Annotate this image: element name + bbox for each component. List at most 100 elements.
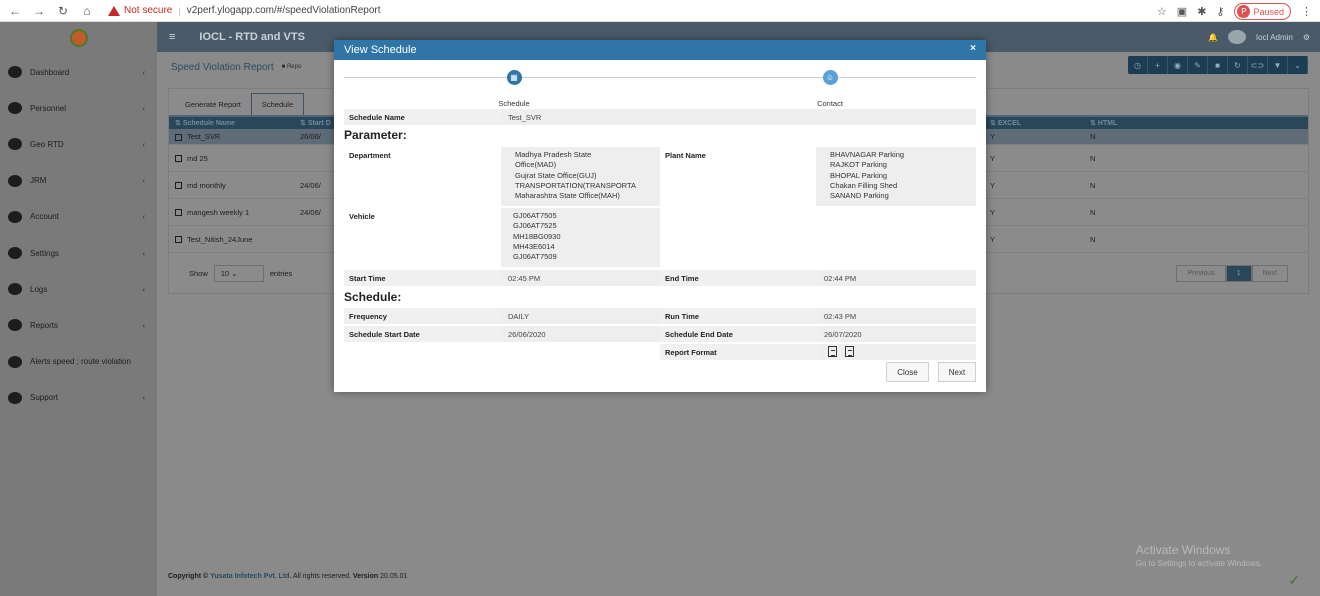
sidebar-item-label: Support <box>30 393 59 403</box>
company-link[interactable]: Yusata Infotech Pvt. Ltd. <box>210 573 291 580</box>
close-button[interactable]: Close <box>886 362 929 382</box>
sidebar-item-logs[interactable]: Logs ‹ <box>0 271 157 307</box>
previous-button[interactable]: Previous <box>1176 264 1226 282</box>
chevron-left-icon: ‹ <box>142 212 145 222</box>
cell-schedule-name-text: Test_SVR <box>187 132 221 141</box>
tab-generate-report[interactable]: Generate Report <box>175 94 251 115</box>
refresh-icon[interactable]: ↻ <box>1228 56 1248 74</box>
cell-start-date-text: 24/06/ <box>300 180 321 190</box>
forward-icon[interactable]: → <box>32 4 46 18</box>
sidebar-item-account[interactable]: Account ‹ <box>0 199 157 235</box>
copyright-label: Copyright © <box>168 573 209 580</box>
brand-logo-icon: ✓ <box>1288 572 1300 588</box>
sidebar-item-personnel[interactable]: Personnel ‹ <box>0 90 157 126</box>
vehicle-row: Vehicle <box>344 208 976 224</box>
cell-schedule-name: md monthly <box>169 181 294 190</box>
sidebar-item-alerts[interactable]: Alerts speed ; route violation <box>0 344 157 380</box>
page-size-select[interactable]: 10 ⌄ <box>213 264 264 282</box>
cell-excel: Y <box>984 132 1084 141</box>
row-checkbox[interactable] <box>175 155 182 163</box>
col-excel[interactable]: ⇅ EXCEL <box>984 119 1084 127</box>
row-checkbox[interactable] <box>175 236 182 244</box>
page-1-button[interactable]: 1 <box>1225 264 1252 282</box>
gears-icon[interactable]: ⚙ <box>1303 33 1310 42</box>
sidebar-item-label: Settings <box>30 248 59 258</box>
sidebar-item-dashboard[interactable]: Dashboard ‹ <box>0 54 157 90</box>
address-bar[interactable]: v2perf.ylogapp.com/#/speedViolationRepor… <box>187 5 381 16</box>
sidebar-item-settings[interactable]: Settings ‹ <box>0 235 157 271</box>
cell-schedule-name: Test_SVR <box>169 132 294 141</box>
support-icon <box>8 391 22 404</box>
row-checkbox[interactable] <box>175 182 182 190</box>
dropdown-icon[interactable]: ⌄ <box>1288 56 1308 74</box>
watermark-title: Activate Windows <box>1135 543 1231 557</box>
sidebar-item-jrm[interactable]: JRM ‹ <box>0 163 157 199</box>
sidebar-item-reports[interactable]: Reports ‹ <box>0 307 157 343</box>
step-label: Schedule <box>498 99 530 108</box>
frequency-label: Frequency <box>344 308 502 324</box>
next-page-button[interactable]: Next <box>1251 264 1288 282</box>
start-time-label: Start Time <box>344 270 502 286</box>
col-schedule-name[interactable]: ⇅ Schedule Name <box>169 119 294 127</box>
edit-icon[interactable]: ✎ <box>1188 56 1208 74</box>
key-icon[interactable]: ⚷ <box>1216 5 1224 18</box>
vehicle-item: MH18BG0930 <box>513 231 561 241</box>
delete-icon[interactable]: ■ <box>1208 56 1228 74</box>
add-icon[interactable]: + <box>1148 56 1168 74</box>
app-title: IOCL - RTD and VTS <box>199 31 305 43</box>
breadcrumb: ■ Repo <box>281 64 302 70</box>
step-schedule[interactable]: ▦ Schedule <box>484 70 544 108</box>
timer-icon[interactable]: ◷ <box>1128 56 1148 74</box>
sidebar-item-geo[interactable]: Geo RTD ‹ <box>0 126 157 162</box>
user-avatar[interactable] <box>1227 30 1246 44</box>
sidebar-item-label: JRM <box>30 176 47 186</box>
cell-excel-text: Y <box>990 180 996 190</box>
menu-icon[interactable]: ⋮ <box>1301 5 1312 18</box>
cell-html-text: N <box>1090 132 1096 141</box>
extension-icon[interactable]: ▣ <box>1177 5 1187 18</box>
department-list[interactable]: Madhya Pradesh State Office(MAD) Gujrat St… <box>501 147 660 206</box>
cell-schedule-name-text: md 25 <box>187 153 208 163</box>
sidebar-item-support[interactable]: Support ‹ <box>0 380 157 416</box>
schedule-heading: Schedule: <box>344 290 402 304</box>
col-html[interactable]: ⇅ HTML <box>1084 119 1204 127</box>
row-checkbox[interactable] <box>175 209 182 217</box>
gear-icon <box>8 247 22 260</box>
vehicle-item: GJ06AT7509 <box>513 252 557 262</box>
plant-list[interactable]: BHAVNAGAR Parking RAJKOT Parking BHOPAL Pa… <box>816 147 976 206</box>
security-warning[interactable]: Not secure <box>108 5 172 16</box>
frequency-value: DAILY <box>502 308 660 324</box>
cell-schedule-name-text: md monthly <box>187 180 226 190</box>
parameter-heading: Parameter: <box>344 128 407 142</box>
reload-icon[interactable]: ↻ <box>56 4 70 18</box>
toggle-icon[interactable]: ⊂⊃ <box>1248 56 1268 74</box>
start-time-value: 02:45 PM <box>502 270 660 286</box>
tab-schedule[interactable]: Schedule <box>250 93 305 115</box>
schedule-name-label: Schedule Name <box>344 109 502 125</box>
back-icon[interactable]: ← <box>8 4 22 18</box>
profile-avatar: P <box>1237 5 1251 18</box>
puzzle-icon[interactable]: ✱ <box>1197 5 1206 18</box>
vehicle-list[interactable]: GJ06AT7505 GJ06AT7525 MH18BG0930 MH43E6014 G… <box>501 208 660 267</box>
row-checkbox[interactable] <box>175 133 182 141</box>
user-name[interactable]: Iocl Admin <box>1256 33 1293 42</box>
view-icon[interactable]: ◉ <box>1168 56 1188 74</box>
next-button[interactable]: Next <box>938 362 976 382</box>
home-icon[interactable]: ⌂ <box>80 4 94 18</box>
watermark-subtitle: Go to Settings to activate Windows. <box>1135 559 1262 568</box>
cell-html: N <box>1084 235 1204 244</box>
cell-html-text: N <box>1090 207 1096 217</box>
plant-item: BHOPAL Parking <box>830 170 888 180</box>
department-label: Department <box>344 147 502 163</box>
step-label: Contact <box>817 99 843 108</box>
close-icon[interactable]: × <box>970 43 976 54</box>
bell-icon[interactable]: 🔔 <box>1208 33 1218 42</box>
profile-paused-button[interactable]: P Paused <box>1234 3 1291 20</box>
excel-file-icon <box>828 346 837 357</box>
filter-icon[interactable]: ▼ <box>1268 56 1288 74</box>
department-item: Gujrat State Office(GUJ) <box>515 170 597 180</box>
vehicle-item: GJ06AT7505 <box>513 211 557 220</box>
star-icon[interactable]: ☆ <box>1157 5 1167 18</box>
step-contact[interactable]: ☺ Contact <box>800 70 860 108</box>
hamburger-icon[interactable]: ≡ <box>169 31 175 43</box>
